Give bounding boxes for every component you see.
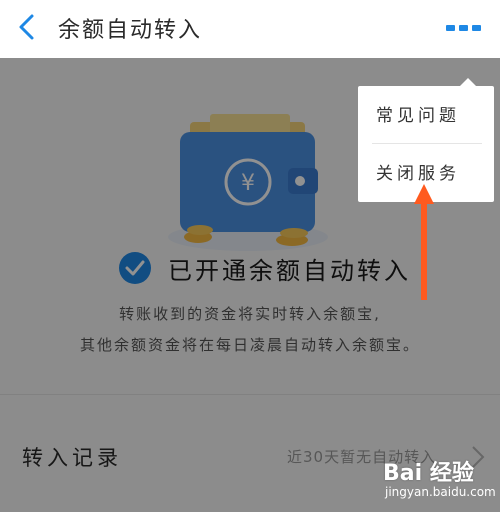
back-button[interactable] xyxy=(12,10,44,44)
watermark-logo: Bai 经验 xyxy=(383,455,474,487)
page-title: 余额自动转入 xyxy=(58,18,203,43)
watermark-logo-text: Bai 经验 xyxy=(383,461,474,486)
chevron-left-icon xyxy=(19,14,34,40)
menu-item-faq-label: 常见问题 xyxy=(376,106,460,126)
menu-item-faq[interactable]: 常见问题 xyxy=(358,86,494,142)
watermark-url: jingyan.baidu.com xyxy=(385,485,496,499)
menu-item-close-service-label: 关闭服务 xyxy=(376,164,460,184)
more-dots-icon xyxy=(446,25,481,31)
more-button[interactable] xyxy=(446,18,482,31)
annotation-arrow-icon xyxy=(412,184,436,300)
watermark: Bai 经验 jingyan.baidu.com xyxy=(383,455,496,507)
top-nav-bar: 余额自动转入 xyxy=(0,0,500,58)
